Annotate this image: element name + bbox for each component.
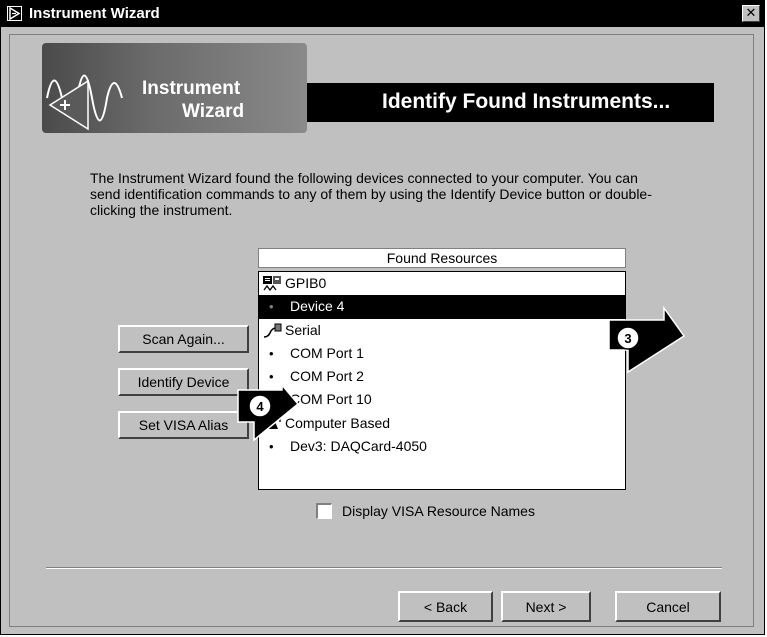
page-heading: Identify Found Instruments... (382, 90, 671, 113)
description-text: The Instrument Wizard found the followin… (90, 170, 652, 218)
resource-label: Device 4 (290, 298, 345, 315)
resource-group-computer-based[interactable]: Computer Based (259, 412, 625, 435)
set-visa-alias-button[interactable]: Set VISA Alias (118, 411, 249, 439)
separator-line (46, 567, 722, 569)
close-icon[interactable]: ✕ (742, 5, 760, 22)
display-visa-names-checkbox[interactable] (316, 503, 332, 519)
resource-group-gpib0[interactable]: GPIB0 (259, 272, 625, 295)
resource-label: COM Port 1 (290, 344, 364, 361)
resource-label: Serial (285, 321, 321, 338)
serial-cable-icon (262, 322, 282, 339)
logo-text-wizard: Wizard (182, 101, 245, 122)
waveform-icon (46, 74, 123, 131)
callout-number: 4 (256, 399, 264, 414)
instrument-wizard-logo: Instrument Wizard (42, 43, 307, 133)
resource-item-device-4[interactable]: • Device 4 (259, 295, 625, 319)
resource-item-dev3-daqcard[interactable]: • Dev3: DAQCard-4050 (259, 435, 625, 458)
resource-group-serial[interactable]: Serial (259, 319, 625, 342)
window-title: Instrument Wizard (29, 5, 160, 22)
back-button[interactable]: < Back (398, 591, 493, 622)
logo-text-instrument: Instrument (142, 78, 241, 99)
scan-again-button[interactable]: Scan Again... (118, 325, 249, 353)
wizard-banner: Identify Found Instruments... Instrument… (42, 43, 714, 133)
callout-marker-4: 4 (237, 384, 300, 442)
callout-number: 3 (624, 331, 631, 346)
bullet-icon: • (269, 299, 274, 315)
display-visa-names-label: Display VISA Resource Names (342, 503, 535, 519)
resource-label: COM Port 2 (290, 368, 364, 385)
resource-item-com-port-2[interactable]: • COM Port 2 (259, 365, 625, 388)
gpib-icon (262, 275, 282, 292)
bullet-icon: • (269, 345, 274, 361)
resource-label: GPIB0 (285, 275, 327, 291)
resource-label: Computer Based (285, 414, 391, 431)
resource-item-com-port-10[interactable]: • COM Port 10 (259, 388, 625, 411)
app-icon (7, 6, 22, 21)
title-bar[interactable]: Instrument Wizard ✕ (1, 1, 764, 27)
resource-label: COM Port 10 (290, 391, 372, 408)
callout-marker-3: 3 (608, 306, 686, 374)
resource-label: Dev3: DAQCard-4050 (290, 438, 427, 455)
resource-item-com-port-1[interactable]: • COM Port 1 (259, 342, 625, 365)
found-resources-header: Found Resources (258, 248, 626, 268)
identify-device-button[interactable]: Identify Device (118, 368, 249, 396)
cancel-button[interactable]: Cancel (615, 591, 721, 622)
found-resources-list[interactable]: GPIB0 • Device 4 Serial • COM Port 1 • C… (258, 271, 626, 490)
next-button[interactable]: Next > (501, 591, 591, 622)
